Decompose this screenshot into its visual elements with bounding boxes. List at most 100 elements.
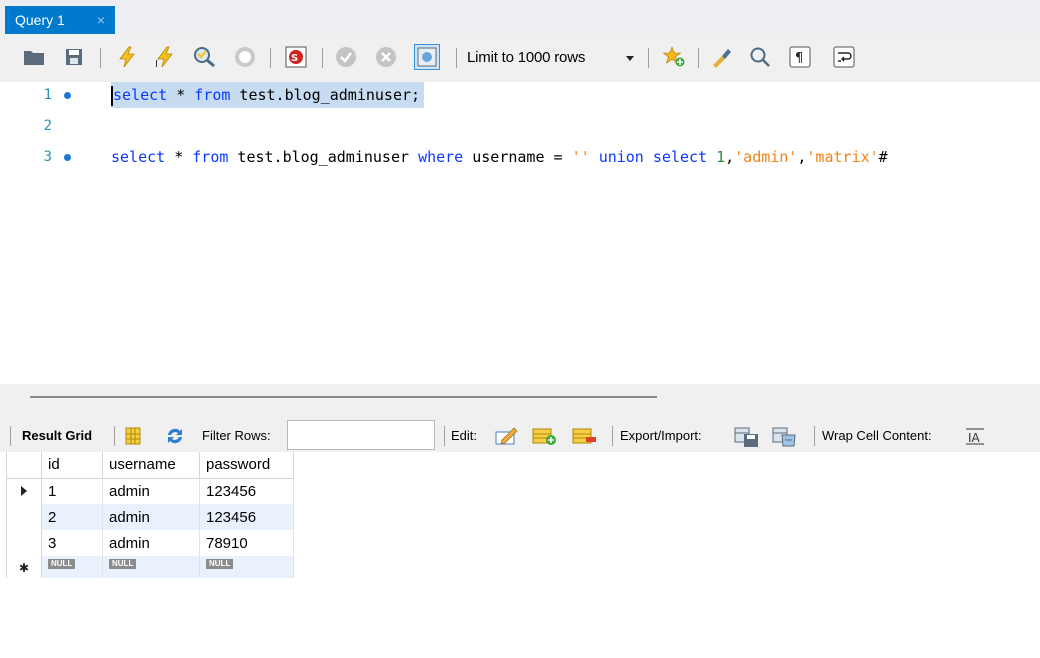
sql-keyword: select [652, 148, 708, 166]
svg-text:I: I [155, 59, 158, 68]
grid-header-row: id username password [6, 452, 294, 479]
line-number: 1 [43, 87, 52, 103]
sql-string: 'admin' [734, 148, 798, 166]
new-row-icon: ✱ [18, 560, 30, 575]
editor-line-3[interactable]: 3 select * from test.blog_adminuser wher… [0, 144, 1040, 170]
open-file-icon[interactable] [22, 45, 46, 69]
sql-keyword: from [194, 86, 231, 104]
cell-username[interactable]: admin [102, 530, 200, 556]
save-icon[interactable] [62, 45, 86, 69]
row-header[interactable] [6, 504, 42, 530]
cell-password[interactable]: 123456 [199, 504, 294, 530]
sql-text: test.blog_adminuser; [230, 86, 421, 104]
tab-bar: Query 1 × [0, 0, 1040, 34]
export-icon[interactable] [734, 426, 758, 447]
table-row[interactable]: 2 admin 123456 [6, 504, 294, 530]
find-icon[interactable] [748, 45, 772, 69]
delete-row-icon[interactable] [572, 426, 596, 446]
sql-editor[interactable]: 1 select * from test.blog_adminuser; 2 3… [0, 82, 1040, 384]
sql-string: 'matrix' [806, 148, 879, 166]
svg-text:IA: IA [968, 431, 981, 445]
cell-id[interactable]: 3 [41, 530, 103, 556]
sql-number: 1 [716, 148, 726, 166]
toolbar-separator [322, 48, 323, 68]
add-row-icon[interactable] [532, 426, 556, 446]
edit-label: Edit: [451, 428, 478, 443]
sql-keyword: where [418, 148, 464, 166]
row-header[interactable] [6, 478, 42, 504]
commit-icon[interactable] [334, 45, 358, 69]
toolbar-separator [612, 426, 613, 446]
rollback-icon[interactable] [374, 45, 398, 69]
wrap-lines-icon[interactable] [832, 45, 856, 69]
row-header[interactable] [6, 530, 42, 556]
selected-statement[interactable]: select * from test.blog_adminuser; [111, 82, 425, 108]
wrap-cell-content-label: Wrap Cell Content: [822, 428, 932, 443]
chevron-down-icon[interactable] [626, 56, 634, 61]
result-grid-tab[interactable]: Result Grid [22, 428, 92, 444]
null-badge: NULL [109, 558, 137, 569]
current-row-icon [21, 485, 27, 496]
cell-id[interactable]: 2 [41, 504, 103, 530]
cell-username[interactable]: NULL [102, 556, 200, 578]
svg-text:¶: ¶ [795, 51, 803, 66]
result-grid[interactable]: id username password 1 admin 123456 2 ad… [6, 452, 294, 578]
stop-icon[interactable] [233, 45, 257, 69]
sql-text: * [167, 86, 195, 104]
beautify-icon[interactable] [710, 45, 734, 69]
execute-icon[interactable] [115, 45, 139, 69]
editor-line-1[interactable]: 1 select * from test.blog_adminuser; [0, 82, 1040, 108]
edit-row-icon[interactable] [494, 426, 518, 446]
close-tab-icon[interactable]: × [97, 6, 105, 34]
filter-rows-input[interactable] [287, 420, 435, 450]
wrap-cell-icon[interactable]: IA [964, 426, 986, 446]
invisible-chars-icon[interactable]: ¶ [788, 45, 812, 69]
pane-splitter[interactable] [0, 384, 1040, 418]
sql-text: # [878, 148, 888, 166]
cell-username[interactable]: admin [102, 478, 200, 504]
statement-marker-icon [64, 92, 71, 99]
new-row[interactable]: ✱ NULL NULL NULL [6, 556, 294, 578]
cell-password[interactable]: 78910 [199, 530, 294, 556]
cell-id[interactable]: 1 [41, 478, 103, 504]
sql-keyword: select [111, 148, 166, 166]
column-header-id[interactable]: id [41, 452, 103, 479]
line-number: 3 [43, 149, 52, 165]
toggle-error-icon[interactable]: S [284, 45, 308, 69]
row-header[interactable]: ✱ [6, 556, 42, 578]
toolbar-separator [100, 48, 101, 68]
tab-query-1[interactable]: Query 1 × [5, 6, 115, 34]
toolbar-separator [270, 48, 271, 68]
null-badge: NULL [48, 558, 76, 569]
table-row[interactable]: 1 admin 123456 [6, 478, 294, 504]
refresh-icon[interactable] [164, 426, 186, 446]
autocommit-icon[interactable] [414, 44, 440, 70]
column-header-username[interactable]: username [102, 452, 200, 479]
cell-password[interactable]: 123456 [199, 478, 294, 504]
horizontal-scrollbar[interactable] [30, 396, 657, 398]
toolbar-separator [648, 48, 649, 68]
sql-text: username = [463, 148, 572, 166]
cell-password[interactable]: NULL [199, 556, 294, 578]
null-badge: NULL [206, 558, 234, 569]
sql-text: * [165, 148, 193, 166]
row-header-corner [6, 452, 42, 479]
tab-label: Query 1 [15, 12, 65, 28]
limit-rows-select[interactable]: Limit to 1000 rows [467, 48, 585, 68]
cell-id[interactable]: NULL [41, 556, 103, 578]
explain-icon[interactable] [193, 45, 217, 69]
result-toolbar: Result Grid Filter Rows: Edit: Export/Im… [0, 418, 1040, 452]
table-row[interactable]: 3 admin 78910 [6, 530, 294, 556]
column-header-password[interactable]: password [199, 452, 294, 479]
toolbar-separator [698, 48, 699, 68]
grid-layout-icon[interactable] [124, 426, 146, 446]
execute-current-icon[interactable]: I [153, 45, 177, 69]
sql-string: '' [571, 148, 590, 166]
cell-username[interactable]: admin [102, 504, 200, 530]
statement-marker-icon [64, 154, 71, 161]
import-icon[interactable] [772, 426, 796, 447]
add-snippet-icon[interactable] [662, 45, 686, 69]
editor-line-2[interactable]: 2 [0, 113, 1040, 139]
sql-text: test.blog_adminuser [228, 148, 419, 166]
